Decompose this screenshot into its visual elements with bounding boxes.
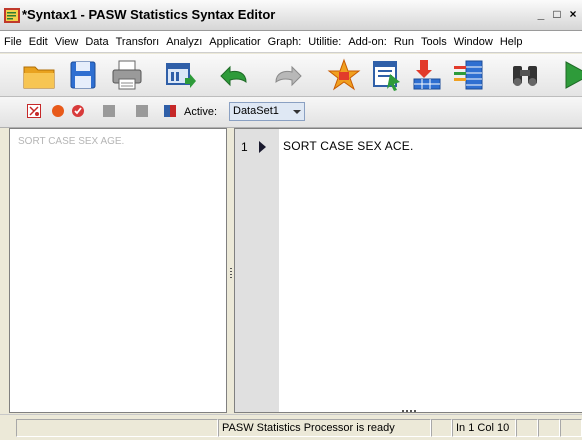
- menu-edit[interactable]: Edit: [29, 36, 48, 48]
- menu-analyze[interactable]: Analyzı: [166, 36, 202, 48]
- navigator-item[interactable]: SORT CASE SEX AGE.: [18, 136, 124, 147]
- status-cell-blank-3: [516, 419, 538, 437]
- print-icon[interactable]: [110, 58, 144, 92]
- menu-window[interactable]: Window: [454, 36, 493, 48]
- undo-icon[interactable]: [218, 58, 252, 92]
- menu-data[interactable]: Data: [85, 36, 108, 48]
- variables-icon[interactable]: [452, 58, 486, 92]
- menu-file[interactable]: File: [4, 36, 22, 48]
- status-cursor-position: In 1 Col 10: [452, 419, 516, 437]
- current-line-arrow-icon: [259, 141, 266, 153]
- status-processor: PASW Statistics Processor is ready: [218, 419, 431, 437]
- title-bar[interactable]: *Syntax1 - PASW Statistics Syntax Editor…: [0, 0, 582, 31]
- active-dataset-value: DataSet1: [233, 105, 279, 117]
- active-dataset-select[interactable]: DataSet1: [229, 102, 305, 121]
- book-icon[interactable]: [163, 104, 177, 118]
- line-number-gutter[interactable]: 1: [235, 129, 279, 412]
- menu-applications[interactable]: Applicatior: [209, 36, 260, 48]
- menu-tools[interactable]: Tools: [421, 36, 447, 48]
- save-icon[interactable]: [66, 58, 100, 92]
- find-binoculars-icon[interactable]: [508, 58, 542, 92]
- active-dataset-label: Active:: [184, 106, 218, 118]
- run-icon[interactable]: [560, 58, 582, 92]
- menu-utilities[interactable]: Utilitie:: [308, 36, 341, 48]
- inactive-icon-1[interactable]: [102, 104, 116, 118]
- menu-graphs[interactable]: Graph:: [268, 36, 302, 48]
- step-through-icon[interactable]: [71, 104, 85, 118]
- main-toolbar: [0, 54, 582, 97]
- line-number: 1: [241, 140, 248, 154]
- status-bar: PASW Statistics Processor is ready In 1 …: [0, 414, 582, 440]
- command-navigator-pane[interactable]: SORT CASE SEX AGE.: [9, 128, 227, 413]
- redo-icon[interactable]: [270, 58, 304, 92]
- toggle-breakpoint-icon[interactable]: [27, 104, 41, 118]
- inactive-icon-2[interactable]: [135, 104, 149, 118]
- menu-transform[interactable]: Transforı: [116, 36, 160, 48]
- menu-run[interactable]: Run: [394, 36, 414, 48]
- menu-help[interactable]: Help: [500, 36, 523, 48]
- status-cell-blank-4: [538, 419, 560, 437]
- clear-breakpoints-icon[interactable]: [51, 104, 65, 118]
- menu-bar: File Edit View Data Transforı Analyzı Ap…: [0, 31, 582, 53]
- minimize-button[interactable]: _: [534, 7, 548, 22]
- status-cell-blank-2: [431, 419, 452, 437]
- syntax-editor-window: *Syntax1 - PASW Statistics Syntax Editor…: [0, 0, 582, 440]
- goto-case-icon[interactable]: [410, 58, 444, 92]
- restore-button[interactable]: □: [550, 7, 564, 22]
- horizontal-splitter-grip-icon[interactable]: [402, 410, 418, 412]
- syntax-toolbar: Active: DataSet1: [0, 97, 582, 128]
- status-cell-blank: [16, 419, 218, 437]
- menu-add-ons[interactable]: Add-on:: [348, 36, 387, 48]
- window-title: *Syntax1 - PASW Statistics Syntax Editor: [22, 7, 276, 22]
- close-button[interactable]: ×: [566, 7, 580, 22]
- code-line[interactable]: SORT CASE SEX ACE.: [283, 139, 414, 153]
- window-controls: _ □ ×: [532, 7, 580, 23]
- splitter-grip-icon: [230, 268, 232, 280]
- status-cell-blank-5: [560, 419, 582, 437]
- bookmark-star-icon[interactable]: [327, 58, 361, 92]
- open-folder-icon[interactable]: [22, 58, 56, 92]
- syntax-editor-pane[interactable]: 1 SORT CASE SEX ACE.: [234, 128, 582, 413]
- recall-dialog-icon[interactable]: [163, 58, 197, 92]
- syntax-editor-app-icon: [4, 8, 20, 23]
- menu-view[interactable]: View: [55, 36, 79, 48]
- chevron-down-icon: [293, 110, 301, 114]
- goto-variable-icon[interactable]: [370, 58, 404, 92]
